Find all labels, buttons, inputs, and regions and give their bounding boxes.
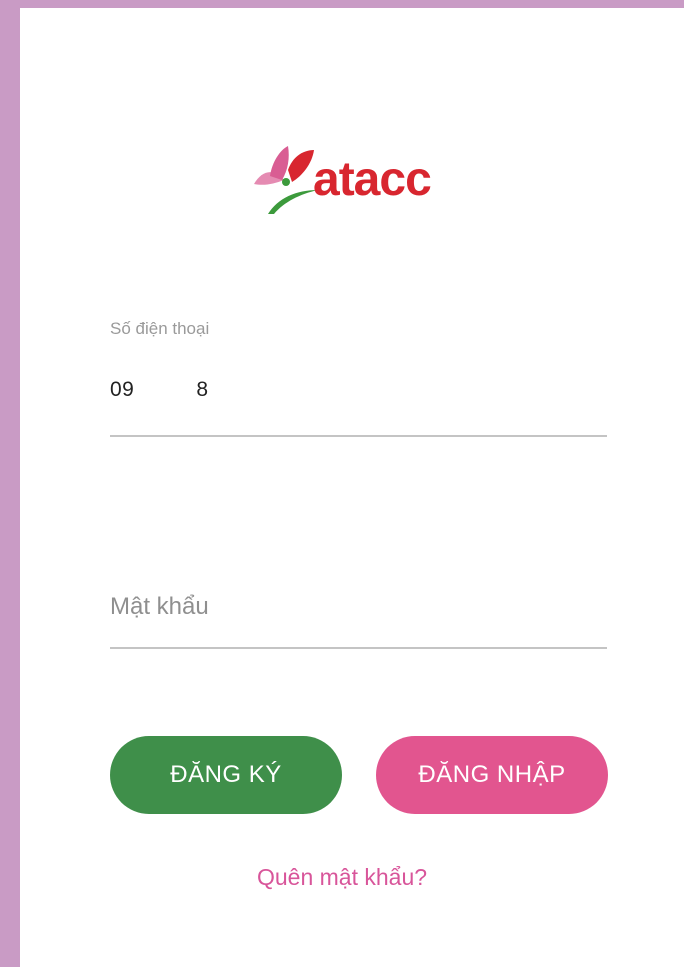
forgot-password-link[interactable]: Quên mật khẩu? xyxy=(0,864,684,891)
phone-field-label: Số điện thoại xyxy=(110,319,210,338)
phone-field[interactable]: 09 8 xyxy=(110,378,209,402)
login-button[interactable]: ĐĂNG NHẬP xyxy=(376,736,608,814)
phone-value-end: 8 xyxy=(196,378,209,401)
phone-field-underline xyxy=(110,435,607,437)
password-field[interactable] xyxy=(108,585,609,629)
password-field-underline xyxy=(110,647,607,649)
register-button[interactable]: ĐĂNG KÝ xyxy=(110,736,342,814)
phone-value-start: 09 xyxy=(110,378,135,401)
brand-name: atacc xyxy=(313,153,432,206)
